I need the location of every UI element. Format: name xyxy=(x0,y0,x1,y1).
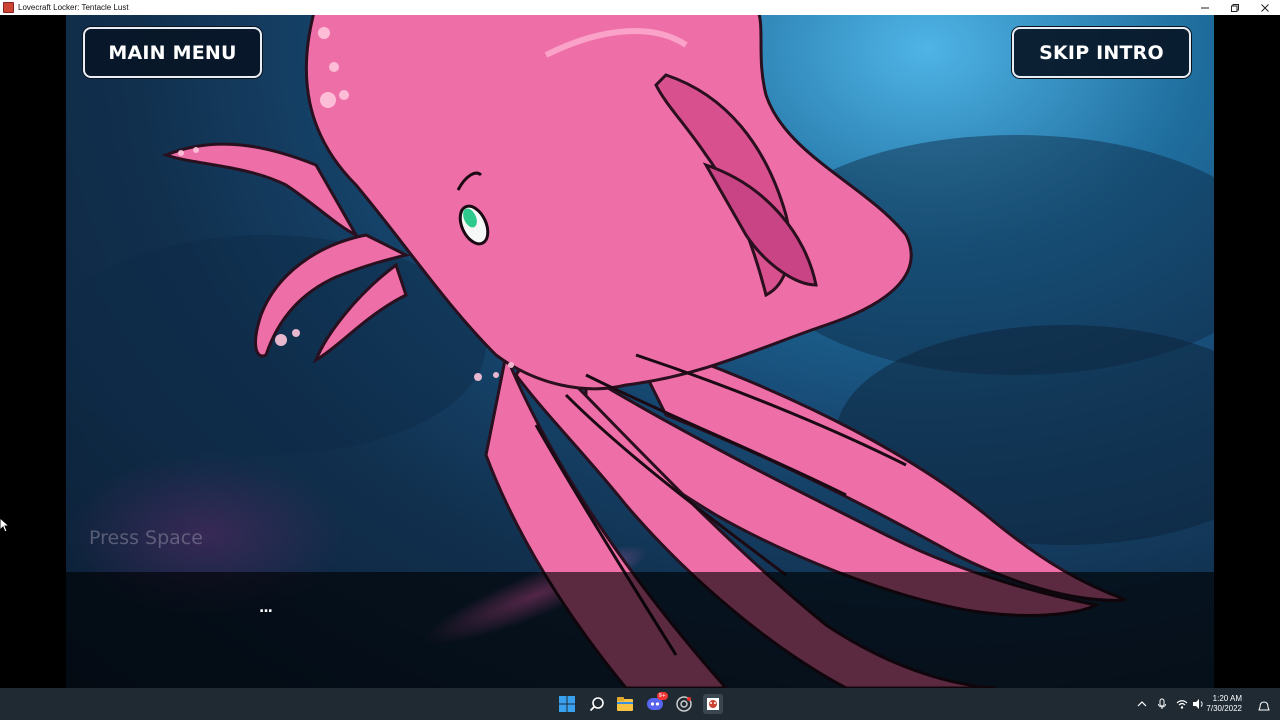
windows-start-icon[interactable] xyxy=(557,694,577,714)
dialog-box[interactable]: ... xyxy=(66,572,1214,688)
chevron-up-icon[interactable] xyxy=(1136,698,1148,710)
restore-icon xyxy=(1231,3,1239,12)
minimize-button[interactable] xyxy=(1190,0,1220,15)
dialog-text: ... xyxy=(259,600,273,616)
microphone-icon[interactable] xyxy=(1156,698,1168,710)
discord-notification-badge: 9+ xyxy=(656,692,668,700)
notifications-icon[interactable] xyxy=(1258,698,1270,717)
taskbar-clock[interactable]: 1:20 AM 7/30/2022 xyxy=(1206,694,1242,714)
minimize-icon xyxy=(1201,7,1209,8)
restore-button[interactable] xyxy=(1220,0,1250,15)
system-tray xyxy=(1136,688,1204,720)
close-button[interactable] xyxy=(1250,0,1280,15)
game-app-icon[interactable] xyxy=(703,694,723,714)
main-menu-button[interactable]: MAIN MENU xyxy=(83,27,262,78)
file-explorer-icon[interactable] xyxy=(615,694,635,714)
app-icon xyxy=(3,2,14,13)
mouse-cursor-icon xyxy=(0,518,10,533)
discord-icon[interactable]: 9+ xyxy=(645,692,668,714)
close-icon xyxy=(1261,3,1269,12)
clock-time: 1:20 AM xyxy=(1212,694,1242,703)
window-title: Lovecraft Locker: Tentacle Lust xyxy=(18,3,129,12)
clock-date: 7/30/2022 xyxy=(1206,704,1242,713)
chrome-icon[interactable] xyxy=(674,694,694,714)
wifi-icon[interactable] xyxy=(1176,698,1188,710)
search-icon[interactable] xyxy=(587,694,607,714)
game-viewport[interactable]: MAIN MENU SKIP INTRO Press Space ... xyxy=(66,15,1214,688)
press-space-prompt: Press Space xyxy=(89,527,203,549)
window-titlebar[interactable]: Lovecraft Locker: Tentacle Lust xyxy=(0,0,1280,15)
taskbar: 9+ 1:20 AM 7/30/2022 xyxy=(0,688,1280,720)
skip-intro-button[interactable]: SKIP INTRO xyxy=(1012,27,1191,78)
volume-icon[interactable] xyxy=(1192,698,1204,710)
window-controls xyxy=(1190,0,1280,15)
